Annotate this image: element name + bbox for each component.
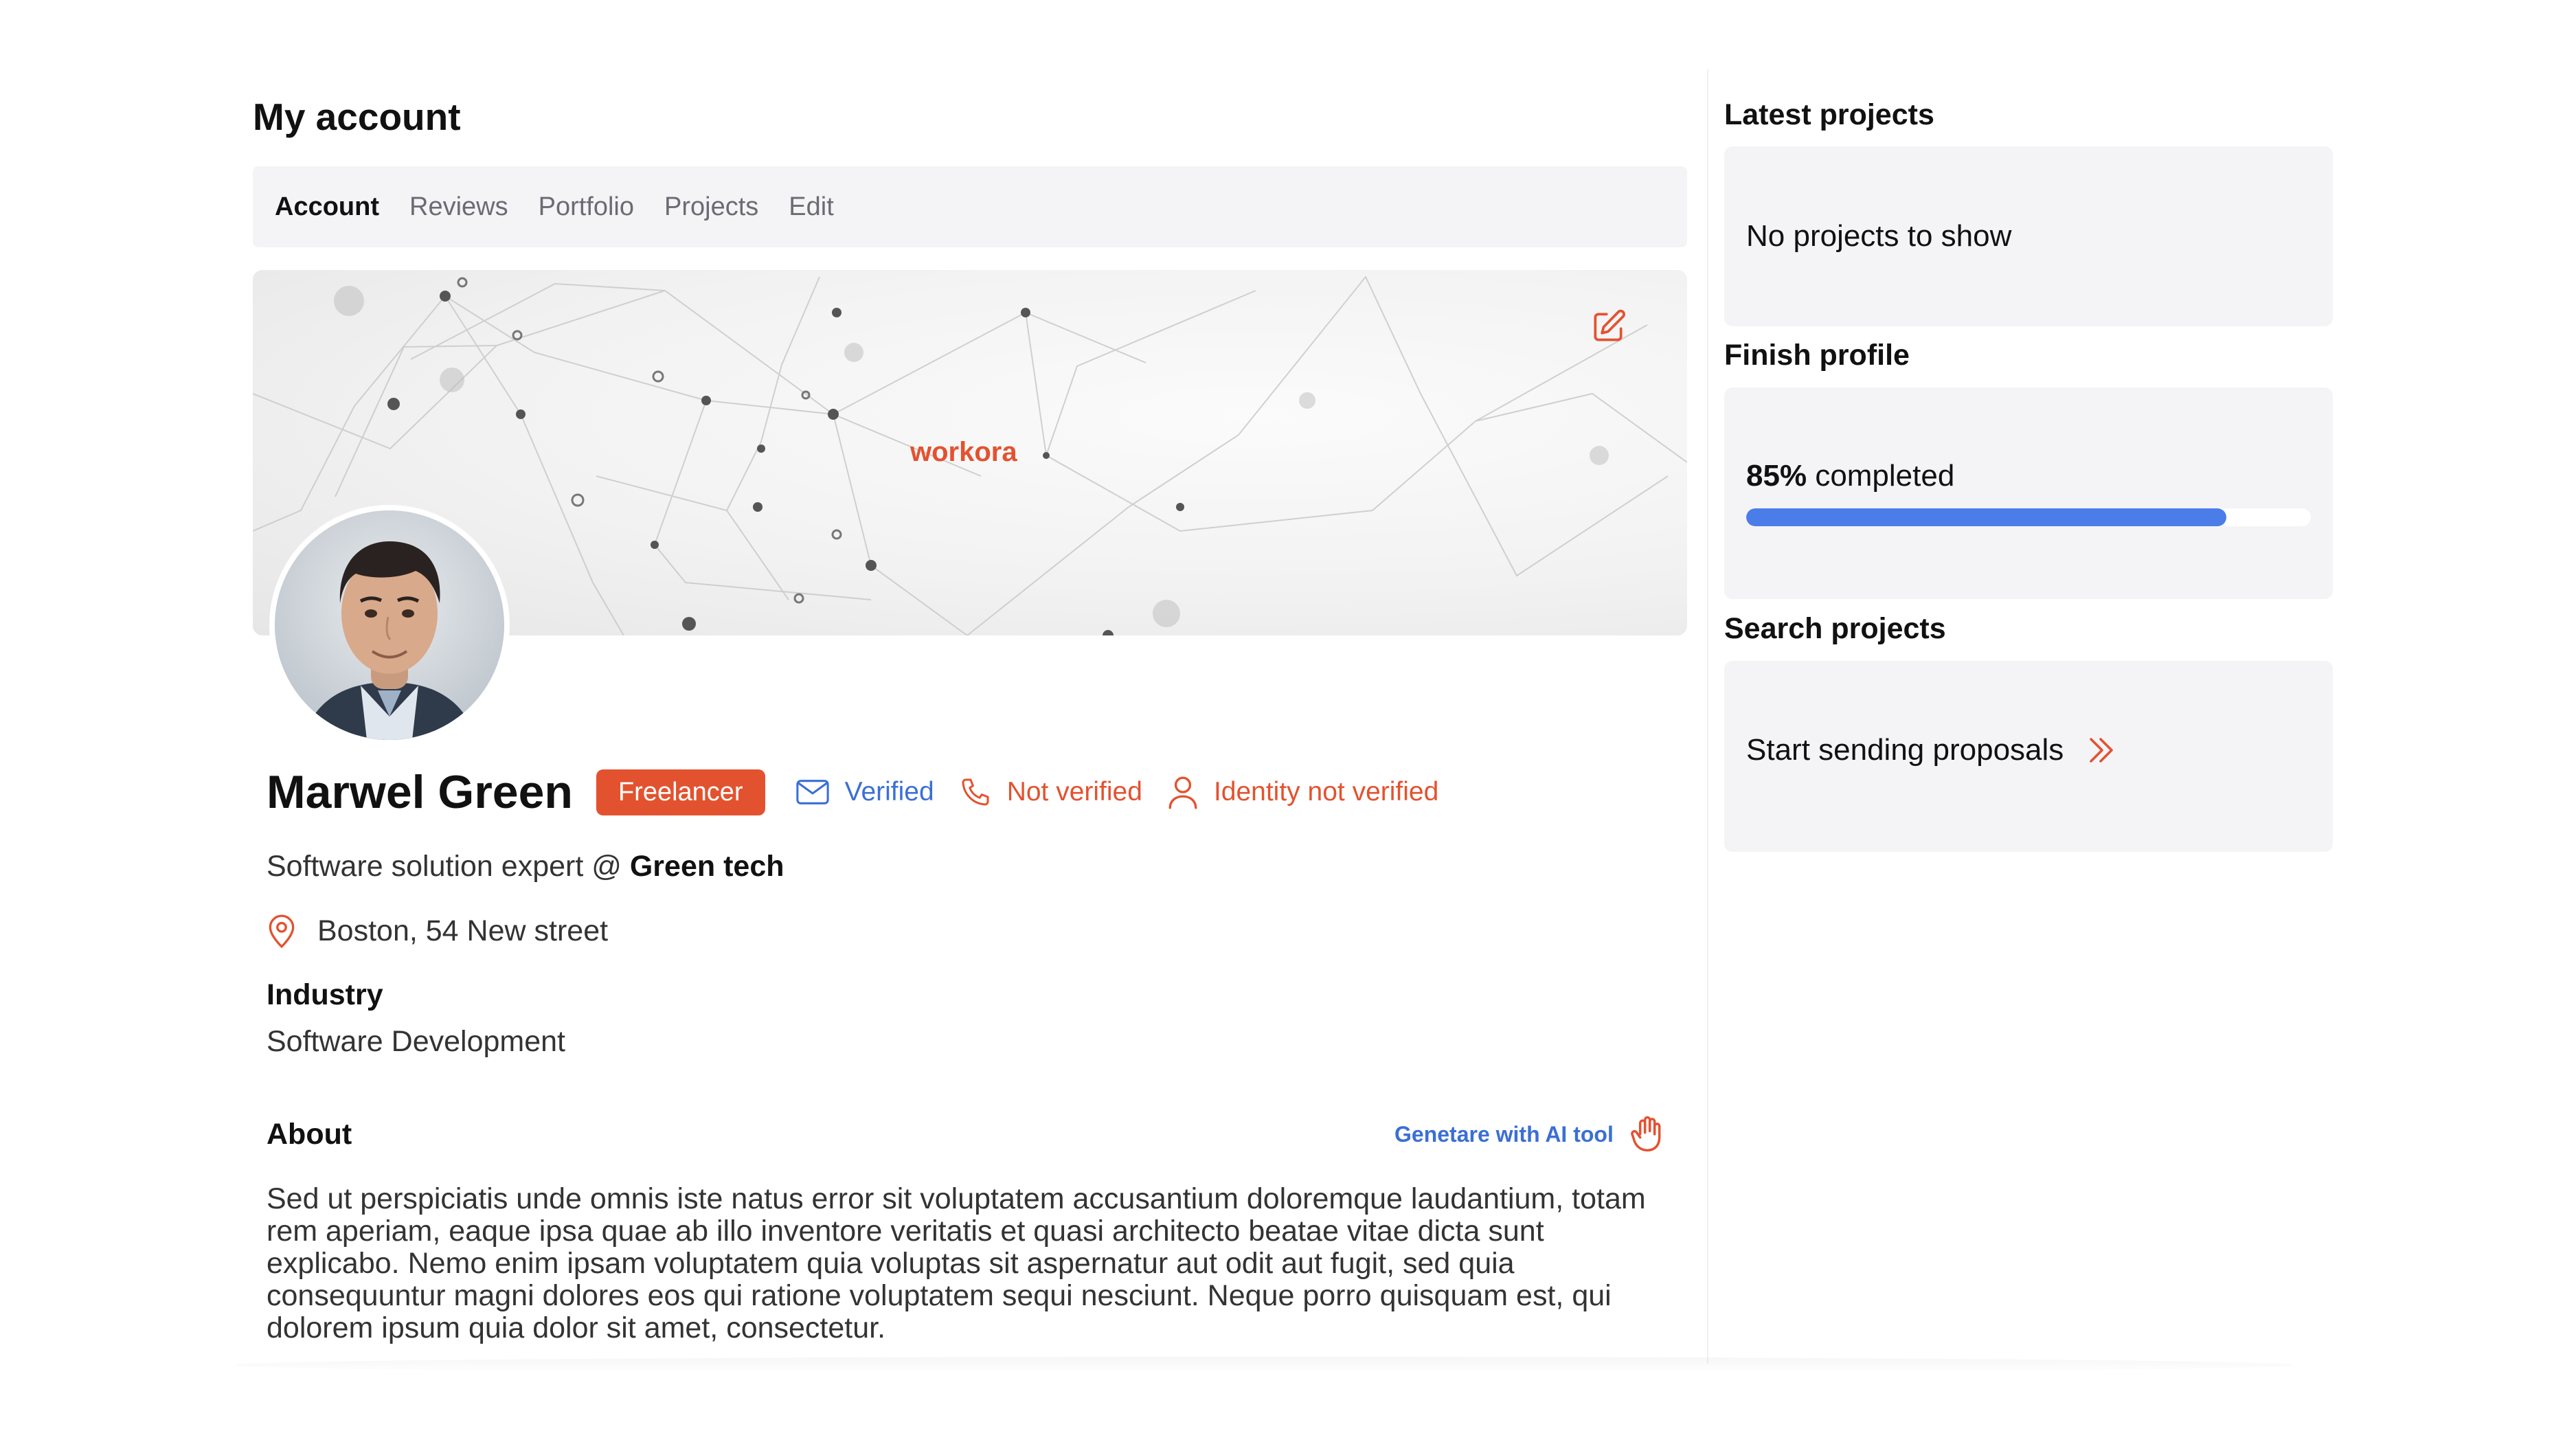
envelope-icon xyxy=(795,780,829,804)
role-badge: Freelancer xyxy=(596,769,765,815)
tab-account[interactable]: Account xyxy=(275,192,379,222)
tab-edit[interactable]: Edit xyxy=(789,192,833,222)
map-pin-icon xyxy=(269,914,295,948)
about-text: Sed ut perspiciatis unde omnis iste natu… xyxy=(267,1182,1646,1344)
bottom-shadow xyxy=(234,1357,2294,1373)
tab-portfolio[interactable]: Portfolio xyxy=(539,192,634,222)
profile-progress-bar xyxy=(1746,508,2311,526)
phone-icon xyxy=(962,778,989,806)
profile-header: Marwel Green Freelancer Verified Not ver… xyxy=(267,765,1463,820)
double-chevron-right-icon xyxy=(2090,738,2114,763)
profile-avatar xyxy=(269,505,510,745)
finish-profile-title: Finish profile xyxy=(1724,339,1910,372)
identity-status-label: Identity not verified xyxy=(1213,777,1439,807)
email-status: Verified xyxy=(795,777,934,807)
banner-brand-logo: workora xyxy=(910,437,1017,467)
profile-progress-fill xyxy=(1746,508,2226,526)
completion-suffix: completed xyxy=(1815,459,1955,493)
company-name: Green tech xyxy=(629,850,784,883)
profile-completion-text: 85% completed xyxy=(1746,459,1954,493)
tab-reviews[interactable]: Reviews xyxy=(409,192,508,222)
finish-profile-card: 85% completed xyxy=(1724,387,2333,599)
edit-banner-icon[interactable] xyxy=(1589,308,1627,346)
identity-status: Identity not verified xyxy=(1167,775,1438,809)
column-divider xyxy=(1707,69,1708,1364)
generate-with-ai-button[interactable]: Genetare with AI tool xyxy=(1394,1115,1663,1153)
phone-status: Not verified xyxy=(959,776,1142,809)
generate-with-ai-label: Genetare with AI tool xyxy=(1394,1121,1614,1147)
no-projects-text: No projects to show xyxy=(1746,219,2012,253)
account-tabs: Account Reviews Portfolio Projects Edit xyxy=(253,166,1687,247)
hand-icon xyxy=(1631,1116,1661,1152)
page-title: My account xyxy=(253,95,461,138)
latest-projects-card: No projects to show xyxy=(1724,146,2333,326)
email-status-label: Verified xyxy=(844,777,934,807)
industry-value: Software Development xyxy=(267,1025,565,1058)
account-page: My account Account Reviews Portfolio Pro… xyxy=(0,0,2576,1431)
phone-status-label: Not verified xyxy=(1006,777,1142,807)
completion-percent: 85% xyxy=(1746,459,1807,493)
search-projects-title: Search projects xyxy=(1724,612,1946,645)
profile-location: Boston, 54 New street xyxy=(267,914,608,948)
tagline-text: Software solution expert @ xyxy=(267,850,622,883)
location-text: Boston, 54 New street xyxy=(317,914,609,947)
search-projects-card: Start sending proposals xyxy=(1724,661,2333,852)
latest-projects-title: Latest projects xyxy=(1724,98,1934,131)
tab-projects[interactable]: Projects xyxy=(664,192,758,222)
profile-name: Marwel Green xyxy=(267,766,573,818)
industry-heading: Industry xyxy=(267,978,383,1011)
start-proposals-link[interactable]: Start sending proposals xyxy=(1746,733,2117,767)
profile-tagline: Software solution expert @ Green tech xyxy=(267,850,784,883)
about-heading: About xyxy=(267,1118,352,1151)
user-icon xyxy=(1168,776,1197,809)
start-proposals-label: Start sending proposals xyxy=(1746,733,2064,767)
